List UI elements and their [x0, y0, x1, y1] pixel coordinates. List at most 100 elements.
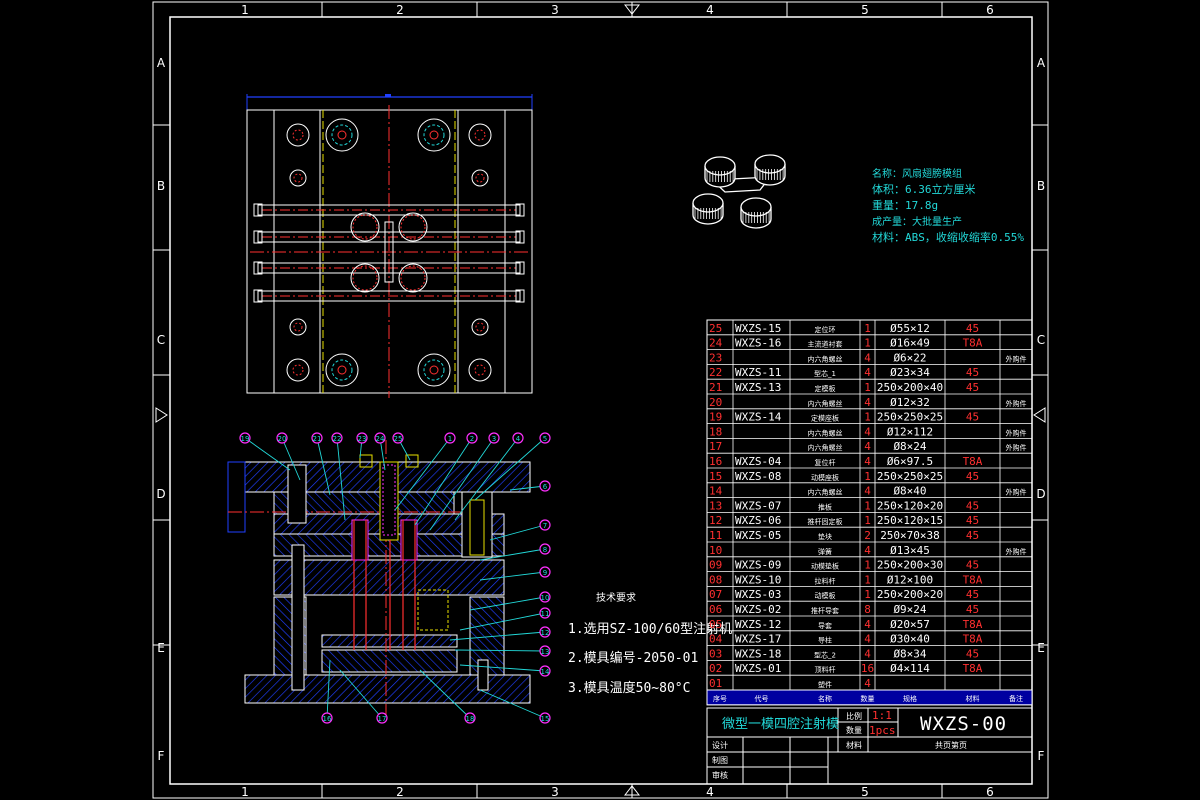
bom-cell-qty: 1 — [864, 322, 871, 335]
bom-cell-name: 导套 — [818, 621, 832, 630]
bom-cell-spec: Ø6×97.5 — [887, 455, 933, 468]
zone-col-label: 1 — [241, 3, 249, 17]
bom-header-note: 备注 — [1009, 694, 1023, 703]
bom-cell-qty: 4 — [864, 366, 871, 379]
bom-cell-no: 01 — [709, 677, 722, 690]
bom-cell-no: 05 — [709, 618, 722, 631]
callout-number: 25 — [394, 435, 403, 443]
zone-col-label: 2 — [396, 785, 404, 799]
bom-cell-name: 型芯_2 — [814, 650, 836, 659]
zone-row-label: A — [157, 56, 166, 70]
bom-cell-no: 19 — [709, 411, 722, 424]
hole-circle — [429, 130, 439, 140]
callout-number: 23 — [358, 435, 367, 443]
tech-requirement-item: 3.模具温度50~80°C — [568, 680, 690, 696]
bom-cell-qty: 4 — [864, 633, 871, 646]
bom-cell-name: 定模板 — [815, 384, 836, 393]
bom-cell-code: WXZS-06 — [735, 514, 781, 527]
hole-circle — [417, 118, 451, 152]
part-weight: 重量：17.8g — [872, 198, 938, 212]
bom-cell-spec: Ø20×57 — [890, 618, 930, 631]
callout-number: 15 — [541, 715, 550, 723]
bom-cell-qty: 1 — [864, 411, 871, 424]
bom-cell-code: WXZS-10 — [735, 573, 781, 586]
qty-value: 1pcs — [869, 724, 896, 737]
bom-cell-qty: 4 — [864, 455, 871, 468]
bom-cell-no: 12 — [709, 514, 722, 527]
hole-circle — [400, 214, 426, 240]
bom-cell-note: 外购件 — [1006, 428, 1027, 437]
bill-of-materials-table: 25 WXZS-15 定位环 1 Ø55×12 4524 WXZS-16 主流道衬套 1 Ø16×… — [706, 319, 1033, 706]
bom-cell-spec: 250×250×25 — [877, 411, 943, 424]
bom-cell-no: 07 — [709, 588, 722, 601]
bom-cell-mat: 45 — [966, 529, 979, 542]
drawing-title: 微型一模四腔注射模 — [722, 716, 839, 732]
bom-cell-name: 弹簧 — [818, 547, 832, 556]
bom-cell-no: 22 — [709, 366, 722, 379]
bom-cell-mat: T8A — [963, 633, 983, 646]
bom-cell-spec: Ø8×24 — [893, 440, 926, 453]
zone-col-label: 3 — [551, 3, 559, 17]
hole-circle — [429, 365, 439, 375]
part-name: 名称：风扇翅膀模组 — [872, 167, 962, 180]
hole-circle — [400, 265, 426, 291]
fan-wheel — [704, 156, 736, 188]
fan-wheel — [740, 197, 772, 229]
zone-row-label: E — [157, 641, 165, 655]
zone-col-label: 2 — [396, 3, 404, 17]
bom-cell-qty: 4 — [864, 485, 871, 498]
bom-cell-no: 09 — [709, 559, 722, 572]
bom-cell-qty: 4 — [864, 351, 871, 364]
bom-cell-qty: 1 — [864, 381, 871, 394]
bom-cell-mat: T8A — [963, 662, 983, 675]
bom-cell-code: WXZS-04 — [735, 455, 782, 468]
bom-cell-no: 03 — [709, 647, 722, 660]
bom-cell-spec: 250×70×38 — [880, 529, 940, 542]
drafting-label: 制图 — [712, 755, 728, 765]
bom-cell-spec: Ø16×49 — [890, 337, 930, 350]
bom-cell-qty: 1 — [864, 470, 871, 483]
zone-col-label: 5 — [861, 785, 869, 799]
bom-cell-name: 内六角螺丝 — [808, 443, 843, 452]
callout-number: 24 — [376, 435, 385, 443]
bom-cell-spec: Ø23×34 — [890, 366, 930, 379]
bom-cell-name: 内六角螺丝 — [808, 354, 843, 363]
bom-cell-no: 04 — [709, 633, 723, 646]
callout-number: 22 — [333, 435, 342, 443]
bom-cell-name: 复位杆 — [815, 458, 836, 467]
bom-cell-spec: 250×200×40 — [877, 381, 943, 394]
zone-row-label: B — [157, 179, 165, 193]
bom-cell-code: WXZS-11 — [735, 366, 781, 379]
callout-number: 12 — [541, 629, 550, 637]
bom-cell-no: 20 — [709, 396, 722, 409]
hole-circle — [286, 123, 310, 147]
bom-cell-code: WXZS-08 — [735, 470, 781, 483]
hole-circle — [325, 353, 359, 387]
hole-circle — [286, 358, 310, 382]
zone-row-label: F — [158, 749, 165, 763]
callout-number: 19 — [241, 435, 250, 443]
bom-cell-qty: 4 — [864, 677, 871, 690]
bom-cell-spec: Ø13×45 — [890, 544, 930, 557]
hole-circle — [423, 359, 445, 381]
part-material: 材料：ABS，收缩收缩率0.55% — [872, 230, 1024, 244]
bom-cell-qty: 4 — [864, 544, 871, 557]
bom-cell-qty: 2 — [864, 529, 871, 542]
bom-cell-no: 23 — [709, 351, 722, 364]
hole-circle — [474, 129, 486, 141]
mold-top-view — [246, 94, 533, 398]
bom-header-spec: 规格 — [903, 694, 917, 703]
bom-cell-qty: 1 — [864, 514, 871, 527]
tech-requirements-title: 技术要求 — [596, 591, 636, 604]
hole-circle — [468, 123, 492, 147]
bom-cell-qty: 1 — [864, 337, 871, 350]
part-volume: 体积：6.36立方厘米 — [872, 182, 976, 196]
bom-cell-mat: 45 — [966, 470, 979, 483]
zone-col-label: 6 — [986, 785, 994, 799]
bom-cell-name: 内六角螺丝 — [808, 399, 843, 408]
bom-cell-mat: 45 — [966, 411, 979, 424]
hole-circle — [289, 318, 307, 336]
callout-number: 17 — [378, 715, 387, 723]
design-label: 设计 — [712, 740, 728, 750]
bom-cell-qty: 8 — [864, 603, 871, 616]
